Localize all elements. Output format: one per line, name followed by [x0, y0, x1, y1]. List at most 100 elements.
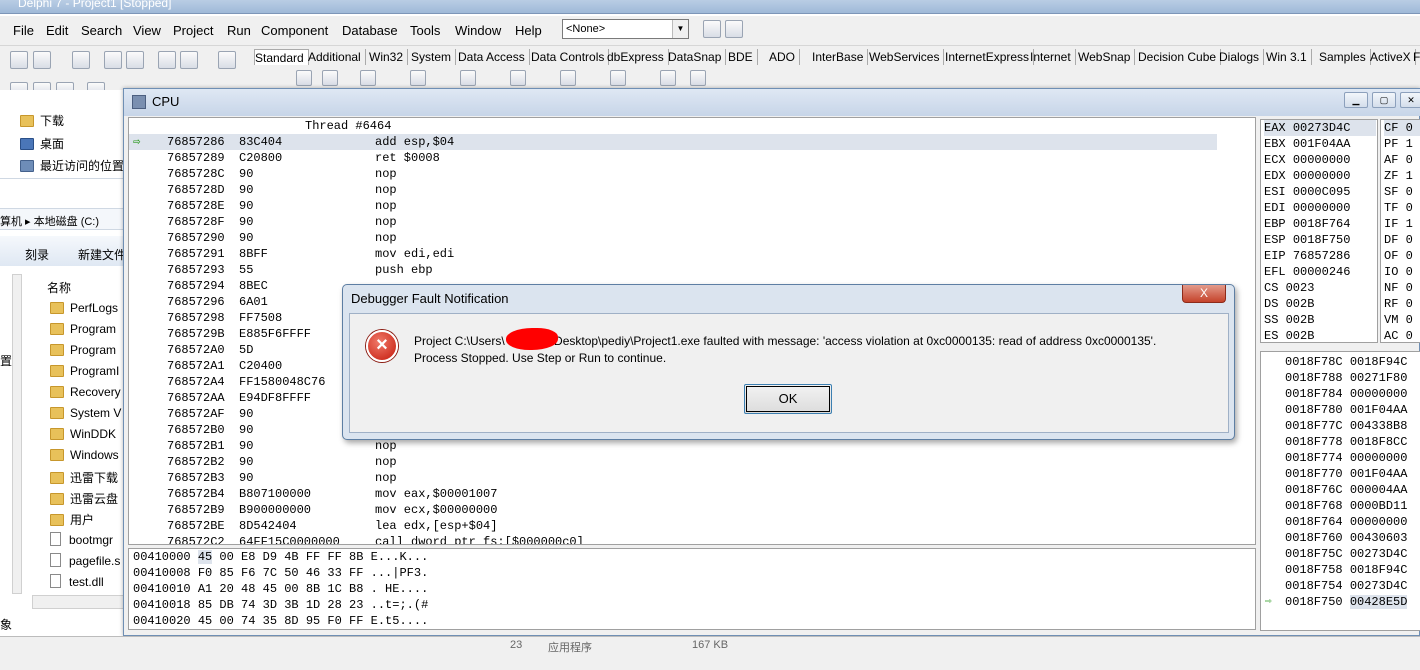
flag-row[interactable]: OF 0: [1384, 248, 1420, 264]
flag-row[interactable]: IF 1: [1384, 216, 1420, 232]
stack-row[interactable]: 0018F77C 004338B8: [1285, 418, 1407, 434]
flag-row[interactable]: ZF 1: [1384, 168, 1420, 184]
stack-row[interactable]: 0018F764 00000000: [1285, 514, 1407, 530]
register-row[interactable]: EDX 00000000: [1264, 168, 1376, 184]
menu-file[interactable]: File: [13, 23, 34, 38]
flag-row[interactable]: VM 0: [1384, 312, 1420, 328]
toolbar-icon[interactable]: [703, 20, 721, 38]
menu-window[interactable]: Window: [455, 23, 501, 38]
palette-tab-decision-cube[interactable]: Decision Cube: [1138, 49, 1222, 65]
list-item[interactable]: System V: [50, 406, 121, 420]
component-icon[interactable]: [560, 70, 576, 86]
cpu-titlebar[interactable]: CPU ▁ ▢ ✕: [124, 89, 1420, 116]
menu-tools[interactable]: Tools: [410, 23, 440, 38]
disasm-row[interactable]: 768572B9 B900000000 mov ecx,$00000000: [129, 502, 1255, 518]
component-icon[interactable]: [460, 70, 476, 86]
dump-row[interactable]: 00410008 F0 85 F6 7C 50 46 33 FF ...|PF3…: [133, 565, 428, 581]
disasm-row[interactable]: 768572B2 90 nop: [129, 454, 1255, 470]
register-row[interactable]: ESI 0000C095: [1264, 184, 1376, 200]
palette-tab-additional[interactable]: Additional: [308, 49, 366, 65]
list-item[interactable]: bootmgr: [50, 532, 113, 547]
palette-tab-interbase[interactable]: InterBase: [812, 49, 869, 65]
disasm-row[interactable]: 768572BE 8D542404 lea edx,[esp+$04]: [129, 518, 1255, 534]
open-icon[interactable]: [33, 51, 51, 69]
palette-tab-bde[interactable]: BDE: [728, 49, 758, 65]
component-icon[interactable]: [296, 70, 312, 86]
palette-tab-activex[interactable]: ActiveX: [1370, 49, 1416, 65]
flag-row[interactable]: SF 0: [1384, 184, 1420, 200]
registers-pane[interactable]: EAX 00273D4C EBX 001F04AA ECX 00000000 EDX …: [1260, 119, 1378, 343]
list-item[interactable]: ProgramI: [50, 364, 119, 378]
flag-row[interactable]: TF 0: [1384, 200, 1420, 216]
stack-pane[interactable]: 0018F78C 0018F94C 0018F788 00271F80 0018F7…: [1260, 351, 1420, 631]
maximize-button[interactable]: ▢: [1372, 92, 1396, 108]
palette-tab-ado[interactable]: ADO: [769, 49, 801, 65]
list-item[interactable]: WinDDK: [50, 427, 116, 441]
disasm-row[interactable]: 76857290 90 nop: [129, 230, 1255, 246]
stack-row[interactable]: 0018F750 00428E5D: [1285, 594, 1408, 610]
nav-item-desktop[interactable]: 桌面: [20, 135, 64, 152]
disasm-row[interactable]: 7685728C 90 nop: [129, 166, 1255, 182]
help-icon[interactable]: [218, 51, 236, 69]
nav-item-downloads[interactable]: 下载: [20, 112, 64, 129]
menu-component[interactable]: Component: [261, 23, 328, 38]
stack-row[interactable]: 0018F784 00000000: [1285, 386, 1407, 402]
flag-row[interactable]: NF 0: [1384, 280, 1420, 296]
flag-row[interactable]: CF 0: [1384, 120, 1420, 136]
disasm-row[interactable]: 768572C2 64FF15C0000000 call dword ptr fs:…: [129, 534, 1255, 544]
stack-row[interactable]: 0018F778 0018F8CC: [1285, 434, 1407, 450]
chevron-down-icon[interactable]: ▼: [672, 20, 688, 38]
palette-tab-win32[interactable]: Win32: [369, 49, 409, 65]
palette-tab-data-access[interactable]: Data Access: [458, 49, 530, 65]
menu-edit[interactable]: Edit: [46, 23, 68, 38]
component-icon[interactable]: [322, 70, 338, 86]
list-scrollbar[interactable]: [32, 595, 126, 609]
menu-view[interactable]: View: [133, 23, 161, 38]
component-icon[interactable]: [410, 70, 426, 86]
dump-row[interactable]: 00410010 A1 20 48 45 00 8B 1C B8 . HE...…: [133, 581, 428, 597]
palette-tab-datasnap[interactable]: DataSnap: [668, 49, 727, 65]
flag-row[interactable]: PF 1: [1384, 136, 1420, 152]
minimize-button[interactable]: ▁: [1344, 92, 1368, 108]
component-icon[interactable]: [510, 70, 526, 86]
menu-database[interactable]: Database: [342, 23, 398, 38]
ok-button[interactable]: OK: [744, 384, 832, 414]
component-icon[interactable]: [690, 70, 706, 86]
register-row[interactable]: EAX 00273D4C: [1264, 120, 1376, 136]
menu-run[interactable]: Run: [227, 23, 251, 38]
palette-tab-internetexpress[interactable]: InternetExpress: [945, 49, 1035, 65]
palette-tab-samples[interactable]: Samples: [1319, 49, 1371, 65]
register-row[interactable]: SS 002B: [1264, 312, 1376, 328]
stack-row[interactable]: 0018F75C 00273D4C: [1285, 546, 1407, 562]
register-row[interactable]: CS 0023: [1264, 280, 1376, 296]
stack-row[interactable]: 0018F788 00271F80: [1285, 370, 1407, 386]
flag-row[interactable]: AC 0: [1384, 328, 1420, 342]
add-file-icon[interactable]: [158, 51, 176, 69]
stack-row[interactable]: 0018F770 001F04AA: [1285, 466, 1407, 482]
flag-row[interactable]: AF 0: [1384, 152, 1420, 168]
list-item[interactable]: 用户: [50, 511, 94, 528]
list-item[interactable]: Recovery: [50, 385, 121, 399]
component-icon[interactable]: [610, 70, 626, 86]
disasm-row[interactable]: 7685728E 90 nop: [129, 198, 1255, 214]
register-row[interactable]: EIP 76857286: [1264, 248, 1376, 264]
dump-row[interactable]: 00410000 45 00 E8 D9 4B FF FF 8B E...K..…: [133, 549, 428, 565]
palette-tab-standard[interactable]: Standard: [254, 49, 309, 65]
list-item[interactable]: pagefile.s: [50, 553, 120, 568]
new-icon[interactable]: [10, 51, 28, 69]
register-row[interactable]: EFL 00000246: [1264, 264, 1376, 280]
flag-row[interactable]: DF 0: [1384, 232, 1420, 248]
disasm-row[interactable]: 76857293 55 push ebp: [129, 262, 1255, 278]
palette-tab-webservices[interactable]: WebServices: [869, 49, 945, 65]
disasm-row[interactable]: 7685728D 90 nop: [129, 182, 1255, 198]
flags-pane[interactable]: CF 0 PF 1 AF 0 ZF 1 SF 0 TF 0 IF 1 DF 0 OF 0 IO 0…: [1380, 119, 1420, 343]
save-all-icon[interactable]: [104, 51, 122, 69]
flag-row[interactable]: RF 0: [1384, 296, 1420, 312]
disasm-row[interactable]: 7685728F 90 nop: [129, 214, 1255, 230]
disasm-row[interactable]: 76857291 8BFF mov edi,edi: [129, 246, 1255, 262]
stack-row[interactable]: 0018F76C 000004AA: [1285, 482, 1407, 498]
stack-row[interactable]: 0018F774 00000000: [1285, 450, 1407, 466]
menu-project[interactable]: Project: [173, 23, 213, 38]
dialog-close-button[interactable]: X: [1182, 285, 1226, 303]
palette-tab-system[interactable]: System: [411, 49, 457, 65]
